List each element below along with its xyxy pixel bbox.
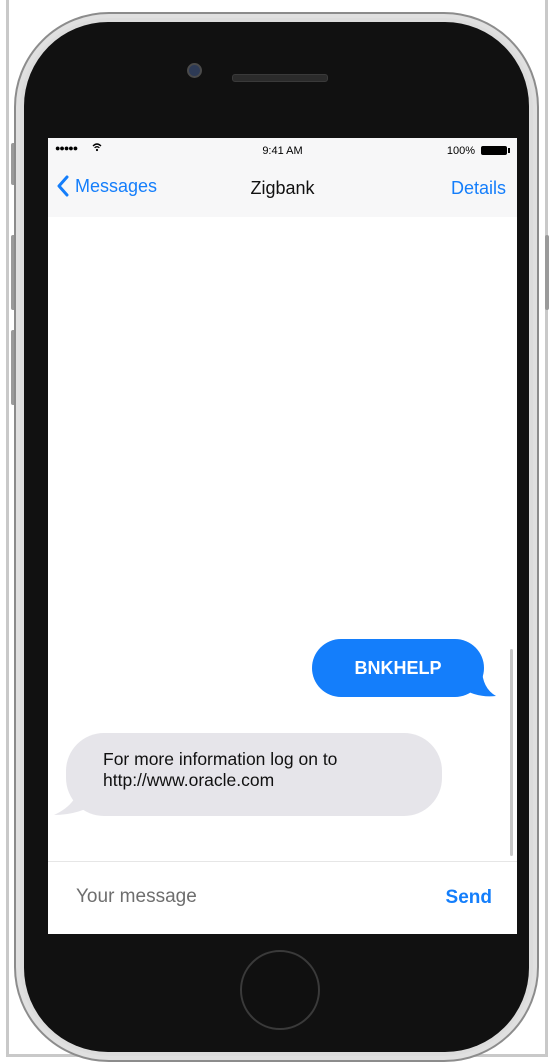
phone-screen: ●●●●● 9:41 AM 100% Messages Zigbank Deta…	[48, 138, 517, 934]
conversation-title: Zigbank	[250, 178, 315, 198]
navigation-bar: Messages Zigbank Details	[48, 162, 517, 217]
received-message-line: http://www.oracle.com	[103, 770, 275, 790]
message-input[interactable]	[76, 879, 376, 915]
details-button[interactable]: Details	[451, 178, 506, 199]
battery-icon	[481, 146, 510, 155]
received-message-line: For more information log on to	[103, 749, 338, 769]
scrollbar[interactable]	[510, 649, 513, 856]
battery-percent: 100%	[446, 145, 475, 157]
speaker-grille	[232, 74, 328, 82]
home-button-icon[interactable]	[240, 950, 320, 1030]
camera-icon	[187, 63, 202, 78]
received-message-bubble: For more information log on to http://ww…	[66, 733, 442, 816]
composer-divider	[48, 861, 517, 862]
sent-message-bubble: BNKHELP	[312, 639, 484, 697]
power-button	[545, 235, 549, 310]
status-bar: ●●●●● 9:41 AM 100%	[48, 138, 517, 162]
send-button[interactable]: Send	[446, 887, 492, 909]
